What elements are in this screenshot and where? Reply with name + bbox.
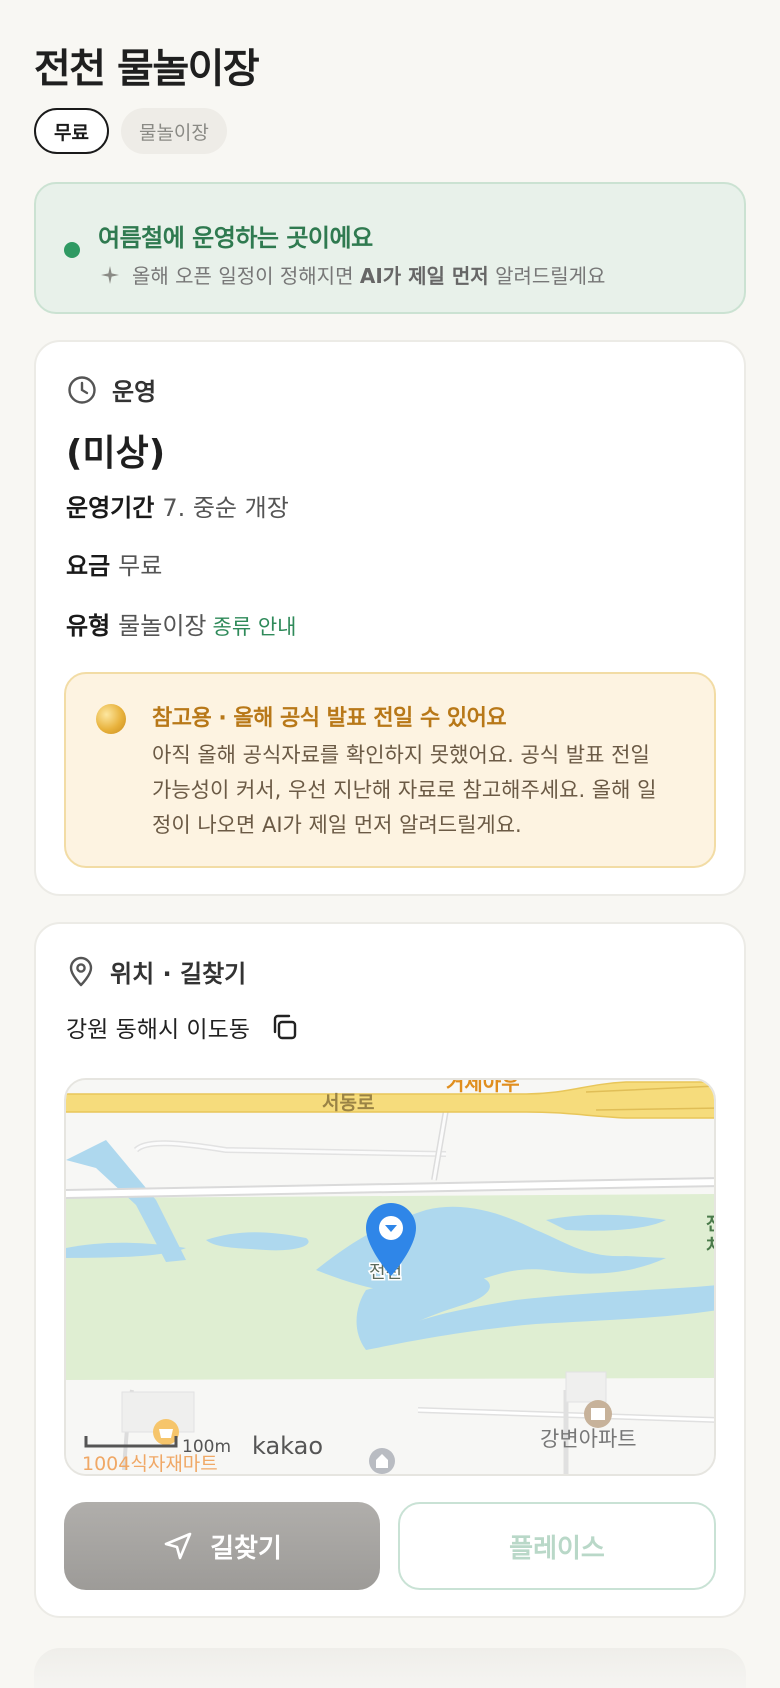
- place-button[interactable]: 플레이스: [398, 1502, 716, 1590]
- operation-label: 운영: [112, 378, 157, 406]
- operation-header: 운영: [66, 372, 156, 407]
- status-dot-icon: [64, 242, 80, 258]
- location-pin-icon: [69, 956, 93, 986]
- location-card: 위치 · 길찾기 강원 동해시 이도동 거제아우 서동로 전천 강변아파트 10…: [34, 922, 746, 1618]
- notice-headline: 참고용 · 올해 공식 발표 전일 수 있어요: [152, 706, 507, 731]
- season-sub-suffix: 알려드릴게요: [495, 264, 606, 288]
- map-road-label-top: 거제아우: [446, 1080, 520, 1095]
- next-card-peek: [34, 1648, 746, 1688]
- operation-card: 운영 (미상) 운영기간 7. 중순 개장 요금 무료 유형 물놀이장 종류 안내 참고…: [34, 340, 746, 896]
- fee-row: 요금 무료: [66, 546, 162, 581]
- season-sub: 올해 오픈 일정이 정해지면 AI가 제일 먼저 알려드릴게요: [100, 260, 605, 289]
- location-label: 위치 · 길찾기: [110, 960, 247, 988]
- address-row: 강원 동해시 이도동: [66, 1010, 298, 1044]
- tag-chips: 무료 물놀이장: [34, 108, 227, 154]
- fee-key: 요금: [66, 552, 111, 580]
- season-sub-prefix: 올해 오픈 일정이 정해지면: [132, 264, 354, 288]
- fee-value: 무료: [118, 552, 163, 580]
- map-edge-label: 전처: [706, 1214, 716, 1257]
- map-road-label: 서동로: [322, 1092, 374, 1114]
- season-banner: 여름철에 운영하는 곳이에요 올해 오픈 일정이 정해지면 AI가 제일 먼저 …: [34, 182, 746, 314]
- place-button-label: 플레이스: [509, 1533, 605, 1564]
- address-text: 강원 동해시 이도동: [66, 1017, 250, 1043]
- type-guide-link[interactable]: 종류 안내: [213, 615, 297, 639]
- season-headline: 여름철에 운영하는 곳이에요: [98, 224, 373, 252]
- type-key: 유형: [66, 612, 111, 640]
- map-scale-label: 100m: [182, 1437, 231, 1457]
- operation-status: (미상): [66, 433, 166, 474]
- chip-free[interactable]: 무료: [34, 108, 109, 154]
- coin-icon: [96, 704, 126, 734]
- map-apartment-label: 강변아파트: [540, 1427, 637, 1451]
- clock-icon: [68, 375, 96, 404]
- route-button-label: 길찾기: [210, 1533, 282, 1564]
- copy-icon[interactable]: [270, 1013, 298, 1041]
- route-button[interactable]: 길찾기: [64, 1502, 380, 1590]
- period-value: 7. 중순 개장: [162, 494, 289, 522]
- chip-category[interactable]: 물놀이장: [120, 108, 227, 154]
- type-value: 물놀이장: [118, 612, 207, 640]
- navigation-arrow-icon: [164, 1532, 192, 1560]
- period-key: 운영기간: [66, 494, 155, 522]
- page-title: 전천 물놀이장: [34, 46, 260, 92]
- reference-notice: 참고용 · 올해 공식 발표 전일 수 있어요 아직 올해 공식자료를 확인하지…: [64, 672, 716, 868]
- season-sub-bold: AI가 제일 먼저: [359, 264, 489, 288]
- map-view[interactable]: 거제아우 서동로 전천 전처 강변아파트 1004식자재마트 100m kaka…: [64, 1078, 716, 1476]
- map-brand-label: kakao: [252, 1432, 323, 1460]
- notice-body: 아직 올해 공식자료를 확인하지 못했어요. 공식 발표 전일 가능성이 커서,…: [152, 743, 657, 837]
- period-row: 운영기간 7. 중순 개장: [66, 488, 289, 523]
- location-header: 위치 · 길찾기: [66, 954, 246, 989]
- sparkle-icon: [101, 265, 119, 284]
- type-row: 유형 물놀이장 종류 안내: [66, 606, 296, 641]
